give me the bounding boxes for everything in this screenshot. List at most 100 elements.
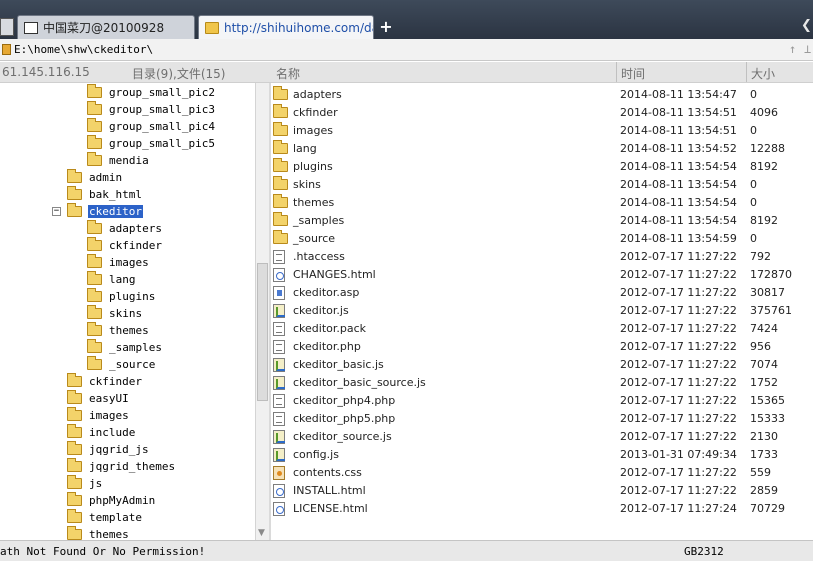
folder-icon [87,288,102,302]
file-row[interactable]: adapters 2014-08-11 13:54:47 0 [271,86,813,104]
tree-item[interactable]: _source [87,356,156,373]
tree-item[interactable]: jqgrid_js [67,441,150,458]
tree-item[interactable]: bak_html [67,186,143,203]
file-row[interactable]: ckeditor_basic.js 2012-07-17 11:27:22 7074 [271,356,813,374]
tree-item[interactable]: admin [67,169,123,186]
tree-item[interactable]: themes [67,526,130,540]
col-name-header[interactable]: 名称 [276,65,300,82]
file-row[interactable]: INSTALL.html 2012-07-17 11:27:22 2859 [271,482,813,500]
tree-item[interactable]: mendia [87,152,150,169]
folder-icon [67,390,82,404]
tree-item[interactable]: easyUI [67,390,130,407]
collapse-icon[interactable]: − [52,207,61,216]
tree-item-label: _samples [109,341,162,354]
folder-icon [67,407,82,421]
tree-item[interactable]: phpMyAdmin [67,492,156,509]
scroll-thumb[interactable] [257,263,268,401]
file-row[interactable]: _source 2014-08-11 13:54:59 0 [271,230,813,248]
folder-icon [273,212,288,226]
folder-icon [67,475,82,489]
path-input[interactable]: E:\home\shw\ckeditor\ [14,43,153,56]
tree-item[interactable]: adapters [87,220,163,237]
file-time: 2012-07-17 11:27:22 [620,304,737,317]
col-size-header[interactable]: 大小 [751,65,775,82]
file-row[interactable]: contents.css 2012-07-17 11:27:22 559 [271,464,813,482]
file-time: 2014-08-11 13:54:54 [620,196,737,209]
tree-item-label: _source [109,358,156,371]
file-row[interactable]: ckeditor.php 2012-07-17 11:27:22 956 [271,338,813,356]
tree-scrollbar[interactable]: ▼ [255,83,269,540]
tree-item-label: jqgrid_themes [89,460,176,473]
tree-item[interactable]: plugins [87,288,156,305]
tree-item[interactable]: ckfinder [87,237,163,254]
file-row[interactable]: images 2014-08-11 13:54:51 0 [271,122,813,140]
file-time: 2014-08-11 13:54:54 [620,160,737,173]
file-row[interactable]: .htaccess 2012-07-17 11:27:22 792 [271,248,813,266]
file-row[interactable]: lang 2014-08-11 13:54:52 12288 [271,140,813,158]
folder-icon [273,158,288,172]
file-time: 2012-07-17 11:27:22 [620,340,737,353]
tree-item[interactable]: lang [87,271,137,288]
file-size: 956 [750,340,771,353]
tree-item[interactable]: jqgrid_themes [67,458,176,475]
folder-icon [273,176,288,190]
up-icon[interactable]: ↑ [789,42,796,56]
file-time: 2012-07-17 11:27:22 [620,466,737,479]
tree-item[interactable]: template [67,509,143,526]
tree-item[interactable]: group_small_pic4 [87,118,216,135]
tree-item-label: themes [89,528,129,540]
tree-item[interactable]: _samples [87,339,163,356]
tree-item[interactable]: group_small_pic5 [87,135,216,152]
file-row[interactable]: skins 2014-08-11 13:54:54 0 [271,176,813,194]
folder-icon [67,169,82,183]
tree-item-label: easyUI [89,392,129,405]
tree-item[interactable]: skins [87,305,143,322]
file-row[interactable]: ckeditor_php4.php 2012-07-17 11:27:22 1536… [271,392,813,410]
file-name: LICENSE.html [293,502,368,515]
file-row[interactable]: ckeditor.js 2012-07-17 11:27:22 375761 [271,302,813,320]
encoding-indicator[interactable]: GB2312 [684,545,724,558]
bottom-icon[interactable]: ⊥ [804,42,811,56]
folder-icon [273,122,288,136]
host-address: 61.145.116.15 [2,65,90,79]
file-row[interactable]: ckeditor.pack 2012-07-17 11:27:22 7424 [271,320,813,338]
file-name: contents.css [293,466,362,479]
folder-icon [273,86,288,100]
tree-item[interactable]: ckfinder [67,373,143,390]
tab-url[interactable]: http://shihuihome.com/data/... [198,15,374,39]
file-row[interactable]: ckfinder 2014-08-11 13:54:51 4096 [271,104,813,122]
col-time-header[interactable]: 时间 [621,65,645,82]
html-file-icon [273,484,285,498]
file-row[interactable]: ckeditor_php5.php 2012-07-17 11:27:22 1533… [271,410,813,428]
tree-item[interactable]: group_small_pic2 [87,84,216,101]
tree-item[interactable]: group_small_pic3 [87,101,216,118]
file-name: ckeditor.js [293,304,349,317]
tree-item[interactable]: js [67,475,103,492]
new-tab-button[interactable]: + [378,17,394,37]
tab-caidao[interactable]: 中国菜刀@20100928 [17,15,195,39]
file-row[interactable]: ckeditor_source.js 2012-07-17 11:27:22 213… [271,428,813,446]
file-size: 1733 [750,448,778,461]
file-row[interactable]: themes 2014-08-11 13:54:54 0 [271,194,813,212]
tree-item-label: group_small_pic3 [109,103,215,116]
tree-item[interactable]: images [87,254,150,271]
file-row[interactable]: _samples 2014-08-11 13:54:54 8192 [271,212,813,230]
file-row[interactable]: ckeditor.asp 2012-07-17 11:27:22 30817 [271,284,813,302]
tree-item[interactable]: images [67,407,130,424]
file-row[interactable]: LICENSE.html 2012-07-17 11:27:24 70729 [271,500,813,518]
tree-item[interactable]: include [67,424,136,441]
tree-item[interactable]: themes [87,322,150,339]
js-file-icon [273,448,285,462]
file-size: 12288 [750,142,785,155]
tab-scroll-left-icon[interactable]: ❮ [801,16,813,36]
tree-item[interactable]: ckeditor [67,203,143,220]
folder-icon [87,339,102,353]
file-size: 8192 [750,160,778,173]
js-file-icon [273,430,285,444]
scroll-down-icon[interactable]: ▼ [258,528,265,538]
file-row[interactable]: CHANGES.html 2012-07-17 11:27:22 172870 [271,266,813,284]
tree-item-label: adapters [109,222,162,235]
file-row[interactable]: config.js 2013-01-31 07:49:34 1733 [271,446,813,464]
file-row[interactable]: plugins 2014-08-11 13:54:54 8192 [271,158,813,176]
file-row[interactable]: ckeditor_basic_source.js 2012-07-17 11:27… [271,374,813,392]
